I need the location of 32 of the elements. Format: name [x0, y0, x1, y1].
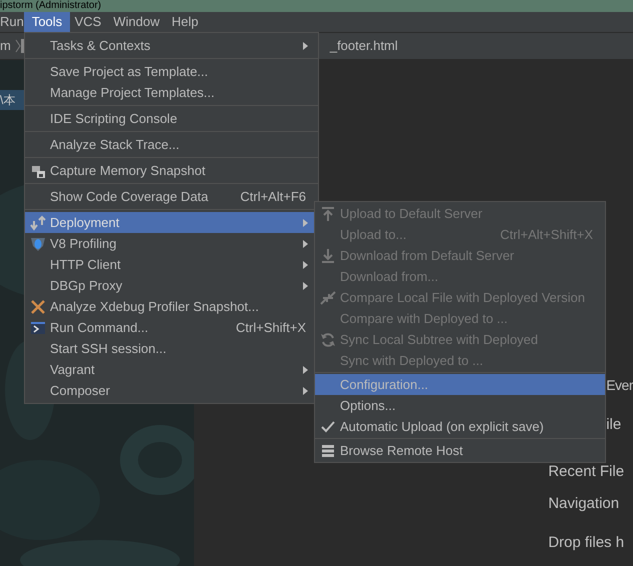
menu-item[interactable]: Capture Memory Snapshot: [25, 160, 318, 181]
menu-item[interactable]: Composer: [25, 380, 318, 401]
hint-text: Navigation: [548, 495, 620, 512]
menu-item[interactable]: Automatic Upload (on explicit save): [315, 416, 605, 437]
menu-item[interactable]: Vagrant: [25, 359, 318, 380]
menu-item[interactable]: IDE Scripting Console: [25, 108, 318, 129]
hint-text: Ever: [606, 377, 633, 393]
menu-item[interactable]: Start SSH session...: [25, 338, 318, 359]
hint-text: Recent File: [548, 463, 624, 480]
menu-item[interactable]: Tools: [24, 12, 70, 32]
menu-item[interactable]: Analyze Xdebug Profiler Snapshot...: [25, 296, 318, 317]
menu-item[interactable]: Show Code Coverage Data Ctrl+Alt+F6: [25, 186, 318, 207]
breadcrumb[interactable]: m: [0, 36, 11, 56]
window-title: ipstorm (Administrator): [0, 0, 102, 12]
menu-item[interactable]: V8 Profiling: [25, 233, 318, 254]
menu-item[interactable]: Run: [0, 12, 24, 32]
menu-item[interactable]: Tasks & Contexts: [25, 35, 318, 56]
menu-item[interactable]: DBGp Proxy: [25, 275, 318, 296]
menu-item[interactable]: Window: [109, 12, 164, 32]
hint-text: ile: [606, 416, 622, 433]
menu-item[interactable]: VCS: [73, 12, 103, 32]
hint-text: Drop files h: [548, 534, 624, 551]
menu-item[interactable]: Run Command... Ctrl+Shift+X: [25, 317, 318, 338]
menu-item[interactable]: Save Project as Template...: [25, 61, 318, 82]
menu-item[interactable]: HTTP Client: [25, 254, 318, 275]
breadcrumb[interactable]: _footer.html: [330, 36, 398, 56]
menu-item[interactable]: Options...: [315, 395, 605, 416]
path-text: \本: [0, 92, 16, 109]
menu-item[interactable]: Manage Project Templates...: [25, 82, 318, 103]
menu-item[interactable]: Browse Remote Host: [315, 440, 605, 461]
menu-item[interactable]: Help: [167, 12, 203, 32]
menu-item[interactable]: Analyze Stack Trace...: [25, 134, 318, 155]
